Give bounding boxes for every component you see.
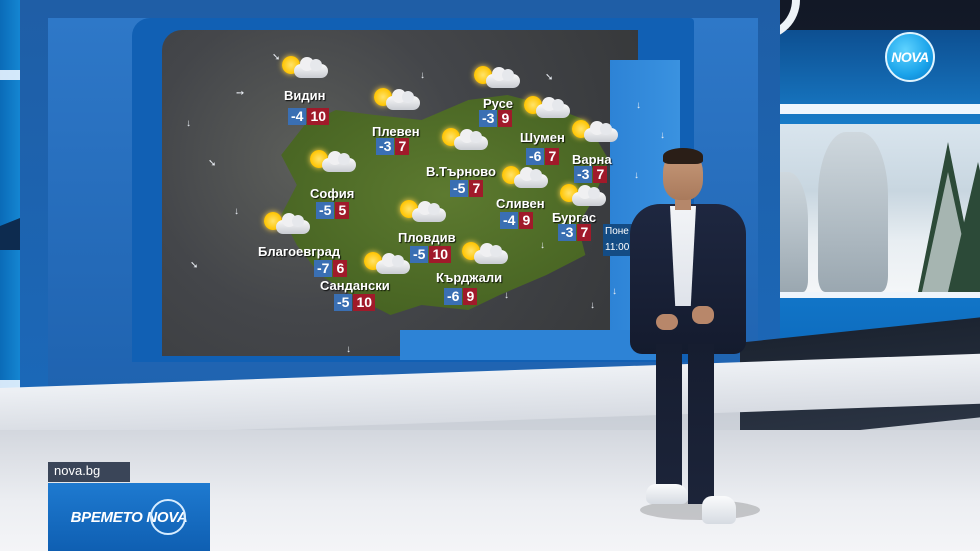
temp-pair: -5 5 xyxy=(316,202,350,219)
tv-studio-scene: ➘ ➙ ↓ ➘ ↓ ➘ ↓ ➘ ↓ ↓ ↓ ↓ ↓ ↓ ↓ ↓ Видин -4… xyxy=(0,0,980,551)
brand-circle-icon xyxy=(150,499,186,535)
min-temp: -3 xyxy=(574,166,593,183)
max-temp: 9 xyxy=(498,110,513,127)
city-label: Видин xyxy=(284,88,326,103)
city-label: Варна xyxy=(572,152,612,167)
sun-cloud-icon xyxy=(560,184,608,212)
min-temp: -5 xyxy=(410,246,429,263)
url-tag: nova.bg xyxy=(48,462,130,482)
city-label: Кърджали xyxy=(436,270,503,285)
city-label: София xyxy=(310,186,355,201)
temp-pair: -6 9 xyxy=(444,288,478,305)
min-temp: -7 xyxy=(314,260,333,277)
nova-logo: NOVA xyxy=(885,32,935,82)
min-temp: -3 xyxy=(479,110,498,127)
city-label: Сандански xyxy=(320,278,390,293)
temp-pair: -7 6 xyxy=(314,260,348,277)
wind-arrow: ➙ xyxy=(236,88,245,99)
city-label: Бургас xyxy=(552,210,597,225)
max-temp: 7 xyxy=(395,138,410,155)
temp-pair: -5 10 xyxy=(334,294,376,311)
min-temp: -5 xyxy=(450,180,469,197)
wind-arrow: ↓ xyxy=(186,118,191,129)
max-temp: 9 xyxy=(463,288,478,305)
presenter xyxy=(620,148,760,538)
wind-arrow: ➘ xyxy=(545,72,554,83)
min-temp: -5 xyxy=(334,294,353,311)
wind-arrow: ↓ xyxy=(504,290,509,301)
sun-cloud-icon xyxy=(502,166,550,194)
program-brand: ВРЕМЕТО NOVA xyxy=(48,483,210,551)
max-temp: 10 xyxy=(307,108,330,125)
sun-cloud-icon xyxy=(364,252,412,280)
wind-arrow: ➘ xyxy=(272,52,281,63)
sun-cloud-icon xyxy=(462,242,510,270)
sun-cloud-icon xyxy=(282,56,330,84)
wind-arrow: ↓ xyxy=(590,300,595,311)
wind-arrow: ➘ xyxy=(190,260,199,271)
max-temp: 5 xyxy=(335,202,350,219)
temp-pair: -5 7 xyxy=(450,180,484,197)
sun-cloud-icon xyxy=(264,212,312,240)
wind-arrow: ↓ xyxy=(540,240,545,251)
max-temp: 7 xyxy=(577,224,592,241)
city-label: Пловдив xyxy=(398,230,456,245)
max-temp: 7 xyxy=(593,166,608,183)
sun-cloud-icon xyxy=(474,66,522,94)
logo-text: NOVA xyxy=(891,49,929,65)
sun-cloud-icon xyxy=(400,200,448,228)
wind-arrow: ➘ xyxy=(208,158,217,169)
temp-pair: -3 9 xyxy=(479,110,513,127)
max-temp: 7 xyxy=(469,180,484,197)
min-temp: -5 xyxy=(316,202,335,219)
city-label: Плевен xyxy=(372,124,420,139)
min-temp: -4 xyxy=(500,212,519,229)
min-temp: -6 xyxy=(444,288,463,305)
winter-photo xyxy=(748,124,980,292)
max-temp: 10 xyxy=(429,246,452,263)
city-label: Русе xyxy=(483,96,514,111)
sun-cloud-icon xyxy=(442,128,490,156)
max-temp: 10 xyxy=(353,294,376,311)
sun-cloud-icon xyxy=(310,150,358,178)
temp-pair: -4 9 xyxy=(500,212,534,229)
city-label: Шумен xyxy=(520,130,565,145)
sun-cloud-icon xyxy=(374,88,422,116)
wind-arrow: ↓ xyxy=(660,130,665,141)
max-temp: 9 xyxy=(519,212,534,229)
city-label: Сливен xyxy=(496,196,545,211)
wind-arrow: ↓ xyxy=(234,206,239,217)
temp-pair: -3 7 xyxy=(376,138,410,155)
city-label: В.Търново xyxy=(426,164,496,179)
min-temp: -3 xyxy=(376,138,395,155)
temp-pair: -4 10 xyxy=(288,108,330,125)
temp-pair: -3 7 xyxy=(558,224,592,241)
max-temp: 6 xyxy=(333,260,348,277)
city-label: Благоевград xyxy=(258,244,341,259)
wind-arrow: ↓ xyxy=(346,344,351,355)
temp-pair: -6 7 xyxy=(526,148,560,165)
wind-arrow: ↓ xyxy=(612,286,617,297)
sun-cloud-icon xyxy=(524,96,572,124)
max-temp: 7 xyxy=(545,148,560,165)
wind-arrow: ↓ xyxy=(420,70,425,81)
wind-arrow: ↓ xyxy=(636,100,641,111)
temp-pair: -5 10 xyxy=(410,246,452,263)
min-temp: -6 xyxy=(526,148,545,165)
sun-cloud-icon xyxy=(572,120,620,148)
min-temp: -4 xyxy=(288,108,307,125)
temp-pair: -3 7 xyxy=(574,166,608,183)
min-temp: -3 xyxy=(558,224,577,241)
